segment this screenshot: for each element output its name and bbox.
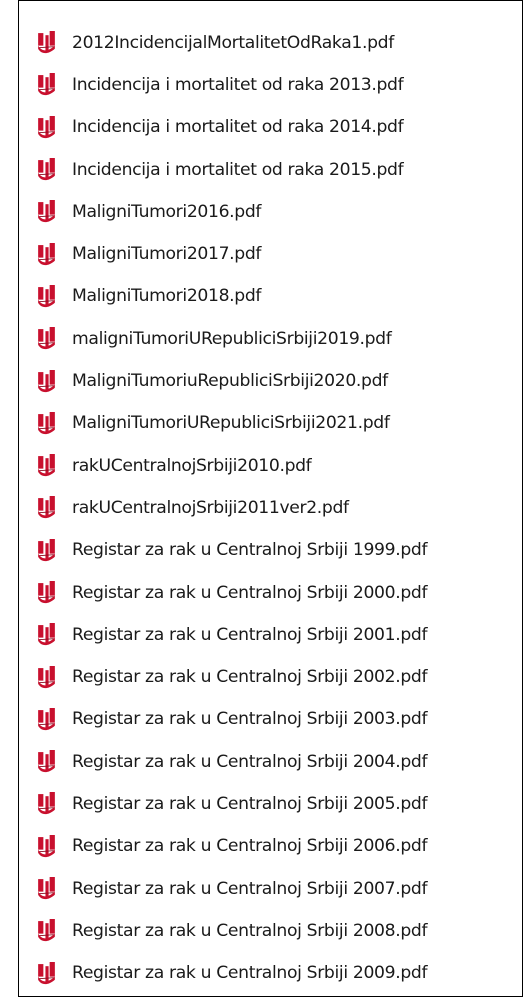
file-name-label: Registar za rak u Centralnoj Srbiji 2000… — [72, 582, 428, 603]
pdf-file-icon — [38, 369, 55, 392]
file-list-panel: 2012IncidencijalMortalitetOdRaka1.pdf Inc… — [18, 0, 523, 997]
file-name-label: Registar za rak u Centralnoj Srbiji 2005… — [72, 793, 428, 814]
file-list-item[interactable]: Registar za rak u Centralnoj Srbiji 2002… — [19, 657, 522, 699]
file-name-label: Registar za rak u Centralnoj Srbiji 2006… — [72, 836, 428, 857]
pdf-file-icon — [38, 877, 55, 900]
file-list-item[interactable]: Registar za rak u Centralnoj Srbiji 2007… — [19, 869, 522, 911]
file-list-item[interactable]: Registar za rak u Centralnoj Srbiji 2001… — [19, 615, 522, 657]
file-name-label: Registar za rak u Centralnoj Srbiji 1999… — [72, 540, 428, 561]
file-list-item[interactable]: Registar za rak u Centralnoj Srbiji 2004… — [19, 742, 522, 784]
file-list-item[interactable]: 2012IncidencijalMortalitetOdRaka1.pdf — [19, 23, 522, 65]
file-list-item[interactable]: Registar za rak u Centralnoj Srbiji 2006… — [19, 827, 522, 869]
file-name-label: Incidencija i mortalitet od raka 2015.pd… — [72, 159, 404, 180]
file-list-item[interactable]: MaligniTumori2017.pdf — [19, 234, 522, 276]
pdf-file-icon — [38, 750, 55, 773]
file-name-label: Incidencija i mortalitet od raka 2014.pd… — [72, 117, 404, 138]
pdf-file-icon — [38, 623, 55, 646]
file-list-item[interactable]: rakUCentralnojSrbiji2010.pdf — [19, 446, 522, 488]
file-name-label: MaligniTumori2018.pdf — [72, 286, 262, 307]
file-name-label: MaligniTumoriuRepubliciSrbiji2020.pdf — [72, 371, 388, 392]
pdf-file-icon — [38, 411, 55, 434]
file-name-label: Registar za rak u Centralnoj Srbiji 2003… — [72, 709, 428, 730]
pdf-file-icon — [38, 665, 55, 688]
file-name-label: MaligniTumoriURepubliciSrbiji2021.pdf — [72, 413, 390, 434]
pdf-file-icon — [38, 115, 55, 138]
file-list-item[interactable]: Incidencija i mortalitet od raka 2015.pd… — [19, 150, 522, 192]
file-name-label: 2012IncidencijalMortalitetOdRaka1.pdf — [72, 32, 394, 53]
file-list: 2012IncidencijalMortalitetOdRaka1.pdf Inc… — [19, 23, 522, 996]
file-name-label: Registar za rak u Centralnoj Srbiji 2002… — [72, 667, 428, 688]
pdf-file-icon — [38, 961, 55, 984]
file-list-item[interactable]: Registar za rak u Centralnoj Srbiji 2005… — [19, 784, 522, 826]
file-list-item[interactable]: Registar za rak u Centralnoj Srbiji 2008… — [19, 911, 522, 953]
file-name-label: maligniTumoriURepubliciSrbiji2019.pdf — [72, 328, 392, 349]
pdf-file-icon — [38, 158, 55, 181]
pdf-file-icon — [38, 707, 55, 731]
pdf-file-icon — [38, 284, 55, 308]
file-name-label: Registar za rak u Centralnoj Srbiji 2001… — [72, 624, 428, 645]
file-name-label: MaligniTumori2017.pdf — [72, 244, 262, 265]
file-name-label: MaligniTumori2016.pdf — [72, 201, 262, 222]
file-list-item[interactable]: Registar za rak u Centralnoj Srbiji 2003… — [19, 700, 522, 742]
file-name-label: rakUCentralnojSrbiji2011ver2.pdf — [72, 497, 349, 518]
file-list-item[interactable]: MaligniTumori2016.pdf — [19, 192, 522, 234]
file-list-item[interactable]: Registar za rak u Centralnoj Srbiji 2000… — [19, 573, 522, 615]
file-name-label: Incidencija i mortalitet od raka 2013.pd… — [72, 74, 404, 95]
pdf-file-icon — [38, 792, 55, 815]
pdf-file-icon — [38, 31, 55, 54]
file-list-item[interactable]: Incidencija i mortalitet od raka 2013.pd… — [19, 65, 522, 107]
pdf-file-icon — [38, 919, 55, 942]
file-list-item[interactable]: Registar za rak u Centralnoj Srbiji 2009… — [19, 954, 522, 996]
pdf-file-icon — [38, 200, 55, 223]
file-list-item[interactable]: rakUCentralnojSrbiji2011ver2.pdf — [19, 488, 522, 530]
pdf-file-icon — [38, 73, 55, 96]
file-name-label: Registar za rak u Centralnoj Srbiji 2007… — [72, 878, 428, 899]
pdf-file-icon — [38, 327, 55, 350]
pdf-file-icon — [38, 454, 55, 477]
pdf-file-icon — [38, 242, 55, 265]
pdf-file-icon — [38, 496, 55, 519]
pdf-file-icon — [38, 834, 55, 857]
file-name-label: Registar za rak u Centralnoj Srbiji 2004… — [72, 751, 428, 772]
pdf-file-icon — [38, 538, 55, 561]
file-list-item[interactable]: maligniTumoriURepubliciSrbiji2019.pdf — [19, 319, 522, 361]
file-name-label: rakUCentralnojSrbiji2010.pdf — [72, 455, 312, 476]
file-list-item[interactable]: MaligniTumoriURepubliciSrbiji2021.pdf — [19, 404, 522, 446]
file-list-item[interactable]: Registar za rak u Centralnoj Srbiji 1999… — [19, 531, 522, 573]
file-list-item[interactable]: MaligniTumoriuRepubliciSrbiji2020.pdf — [19, 361, 522, 403]
file-list-item[interactable]: MaligniTumori2018.pdf — [19, 277, 522, 319]
file-list-item[interactable]: Incidencija i mortalitet od raka 2014.pd… — [19, 108, 522, 150]
file-name-label: Registar za rak u Centralnoj Srbiji 2008… — [72, 920, 428, 941]
file-name-label: Registar za rak u Centralnoj Srbiji 2009… — [72, 963, 428, 984]
pdf-file-icon — [38, 581, 55, 604]
